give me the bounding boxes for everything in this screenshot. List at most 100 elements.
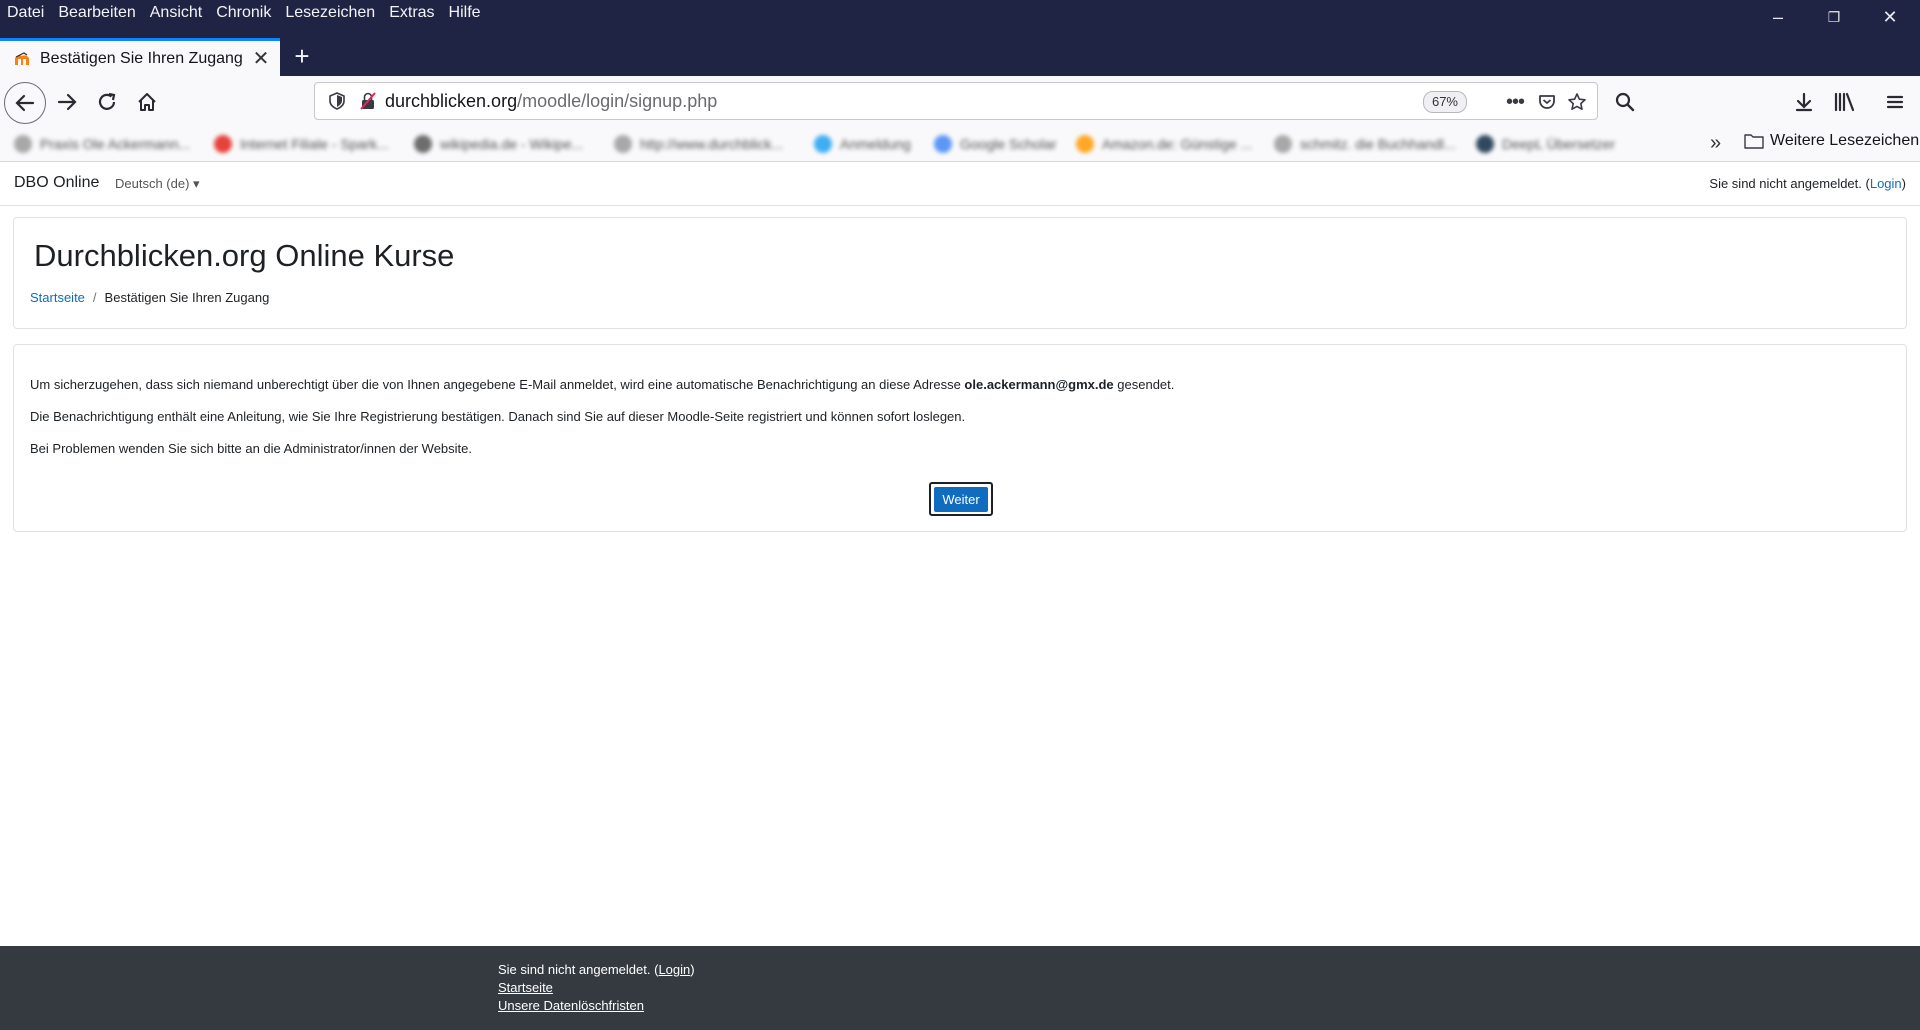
footer-login-link[interactable]: Login: [658, 962, 690, 977]
menu-lesezeichen[interactable]: Lesezeichen: [278, 1, 382, 25]
library-button[interactable]: [1826, 83, 1864, 121]
bookmark-favicon-icon: [934, 135, 952, 153]
bookmark-favicon-icon: [214, 135, 232, 153]
login-link[interactable]: Login: [1870, 176, 1902, 191]
url-host: durchblicken.org: [385, 90, 518, 111]
bookmark-item[interactable]: Amazon.de: Günstige ...: [1076, 134, 1252, 154]
tab-title: Bestätigen Sie Ihren Zugang: [40, 49, 243, 67]
bookmarks-overflow-chevron-icon[interactable]: »: [1710, 132, 1721, 155]
login-info: Sie sind nicht angemeldet. (Login): [1709, 176, 1906, 191]
window-close-button[interactable]: ✕: [1862, 0, 1918, 34]
back-button[interactable]: [4, 82, 46, 124]
bookmark-item[interactable]: Anmeldung: [814, 134, 911, 154]
hamburger-menu-icon: [1886, 95, 1904, 109]
new-tab-button[interactable]: +: [286, 40, 318, 72]
page-actions-icon[interactable]: •••: [1501, 88, 1529, 116]
pocket-icon[interactable]: [1533, 88, 1561, 116]
menu-hilfe[interactable]: Hilfe: [442, 1, 488, 25]
url-text[interactable]: durchblicken.org/moodle/login/signup.php: [385, 91, 717, 112]
bookmark-favicon-icon: [414, 135, 432, 153]
bookmark-label: schmitz. die Buchhandl...: [1300, 136, 1456, 152]
bookmark-item[interactable]: Praxis Ole Ackermann...: [14, 134, 190, 154]
tab-close-icon[interactable]: ✕: [246, 44, 276, 74]
browser-titlebar: Datei Bearbeiten Ansicht Chronik Lesezei…: [0, 0, 1920, 76]
footer-data-retention-text[interactable]: Unsere Datenlöschfristen: [498, 998, 644, 1013]
bookmark-label: Amazon.de: Günstige ...: [1102, 136, 1253, 152]
menu-ansicht[interactable]: Ansicht: [143, 1, 209, 25]
site-name[interactable]: DBO Online: [14, 174, 99, 192]
tab-active[interactable]: Bestätigen Sie Ihren Zugang ✕: [0, 38, 280, 76]
forward-button[interactable]: [48, 83, 86, 121]
language-selector[interactable]: Deutsch (de) ▾: [115, 176, 200, 192]
p1-suffix: gesendet.: [1113, 377, 1175, 392]
arrow-left-icon: [15, 94, 35, 112]
confirmation-paragraph-2: Die Benachrichtigung enthält eine Anleit…: [30, 409, 966, 424]
home-icon: [138, 93, 156, 111]
other-bookmarks-folder[interactable]: Weitere Lesezeichen: [1744, 132, 1919, 150]
footer-home-link[interactable]: Startseite: [498, 980, 553, 995]
login-info-suffix: ): [1901, 176, 1906, 191]
bookmark-label: Internet Filiale - Spark...: [240, 136, 389, 152]
search-button[interactable]: [1606, 83, 1644, 121]
footer-login-suffix: ): [690, 962, 695, 977]
bookmark-favicon-icon: [14, 135, 32, 153]
bookmark-favicon-icon: [1274, 135, 1292, 153]
moodle-favicon-icon: [14, 51, 30, 67]
tracking-protection-shield-icon[interactable]: [329, 92, 345, 110]
bookmarks-toolbar: Praxis Ole Ackermann... Internet Filiale…: [0, 126, 1920, 162]
page-footer: Sie sind nicht angemeldet. (Login) Start…: [0, 946, 1920, 1030]
footer-home-link-text[interactable]: Startseite: [498, 980, 553, 995]
bookmark-favicon-icon: [614, 135, 632, 153]
confirmation-paragraph-3: Bei Problemen wenden Sie sich bitte an d…: [30, 441, 473, 456]
login-info-text: Sie sind nicht angemeldet. (: [1709, 176, 1870, 191]
menu-bearbeiten[interactable]: Bearbeiten: [51, 1, 142, 25]
home-button[interactable]: [128, 83, 166, 121]
reload-icon: [98, 92, 116, 110]
menu-chronik[interactable]: Chronik: [209, 1, 278, 25]
zoom-level-badge[interactable]: 67%: [1422, 91, 1467, 113]
breadcrumb: Startseite / Bestätigen Sie Ihren Zugang: [30, 290, 269, 305]
confirmation-message-box: Um sicherzugehen, dass sich niemand unbe…: [13, 344, 1907, 532]
bookmark-item[interactable]: DeepL Übersetzer: [1476, 134, 1615, 154]
url-bar[interactable]: durchblicken.org/moodle/login/signup.php…: [314, 82, 1598, 120]
arrow-right-icon: [57, 93, 77, 111]
library-icon: [1834, 92, 1855, 112]
navigation-toolbar: durchblicken.org/moodle/login/signup.php…: [0, 76, 1920, 126]
menu-extras[interactable]: Extras: [382, 1, 441, 25]
reload-button[interactable]: [88, 83, 126, 121]
bookmark-label: Praxis Ole Ackermann...: [40, 136, 191, 152]
breadcrumb-home-link[interactable]: Startseite: [30, 290, 85, 305]
page-title: Durchblicken.org Online Kurse: [34, 238, 455, 273]
insecure-lock-icon[interactable]: [359, 92, 377, 110]
download-icon: [1795, 92, 1813, 112]
bookmark-item[interactable]: schmitz. die Buchhandl...: [1274, 134, 1456, 154]
confirmation-paragraph-1: Um sicherzugehen, dass sich niemand unbe…: [30, 377, 1174, 392]
continue-button[interactable]: Weiter: [934, 486, 988, 512]
footer-login-info: Sie sind nicht angemeldet. (Login): [498, 962, 695, 977]
app-menu-button[interactable]: [1876, 83, 1914, 121]
bookmark-favicon-icon: [1476, 135, 1494, 153]
bookmark-label: http://www.durchblick...: [640, 136, 784, 152]
minimize-button[interactable]: –: [1750, 0, 1806, 34]
url-path: /moodle/login/signup.php: [517, 90, 718, 111]
bookmark-label: wikipedia.de - Wikipe...: [440, 136, 584, 152]
email-address: ole.ackermann@gmx.de: [964, 377, 1114, 392]
continue-button-focus-ring: Weiter: [929, 482, 993, 516]
bookmark-item[interactable]: Internet Filiale - Spark...: [214, 134, 389, 154]
menu-datei[interactable]: Datei: [0, 1, 51, 25]
bookmark-favicon-icon: [1076, 135, 1094, 153]
bookmark-label: Anmeldung: [840, 136, 911, 152]
downloads-button[interactable]: [1785, 83, 1823, 121]
bookmark-star-icon[interactable]: [1563, 88, 1591, 116]
bookmark-item[interactable]: http://www.durchblick...: [614, 134, 783, 154]
bookmark-item[interactable]: wikipedia.de - Wikipe...: [414, 134, 583, 154]
breadcrumb-separator: /: [92, 290, 97, 305]
bookmark-label: Google Scholar: [960, 136, 1057, 152]
bookmark-label: DeepL Übersetzer: [1502, 136, 1616, 152]
search-icon: [1615, 92, 1635, 112]
bookmark-item[interactable]: Google Scholar: [934, 134, 1057, 154]
breadcrumb-current: Bestätigen Sie Ihren Zugang: [104, 290, 270, 305]
menubar: Datei Bearbeiten Ansicht Chronik Lesezei…: [0, 0, 488, 26]
footer-data-retention-link[interactable]: Unsere Datenlöschfristen: [498, 998, 644, 1013]
restore-button[interactable]: ❐: [1806, 0, 1862, 34]
